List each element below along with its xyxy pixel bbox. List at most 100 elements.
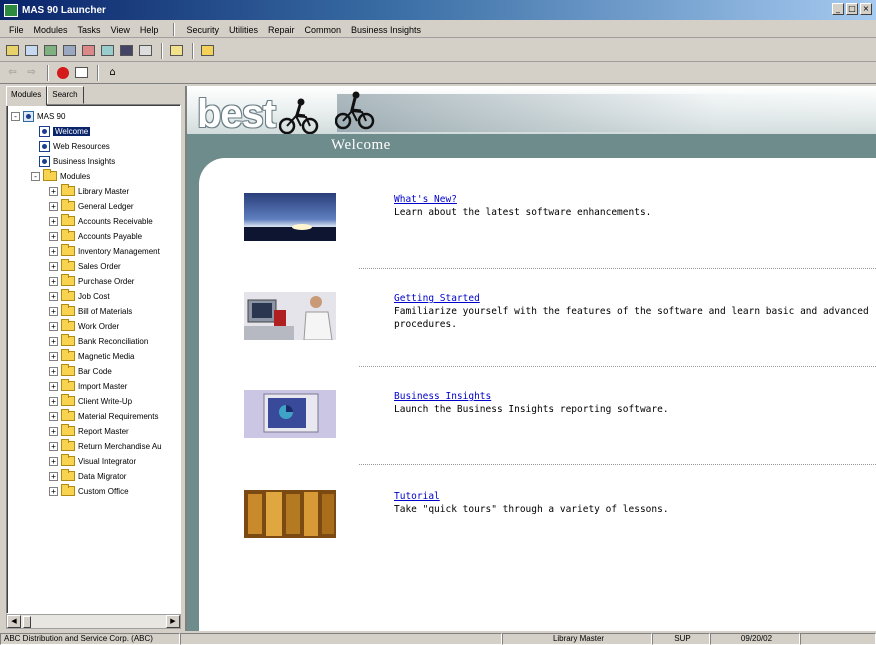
close-button[interactable]: ×	[860, 3, 872, 15]
tree-module-item[interactable]: + Library Master	[49, 184, 129, 198]
tree-root[interactable]: - MAS 90	[11, 109, 65, 123]
collapse-icon[interactable]: -	[11, 111, 20, 121]
role-icon[interactable]	[42, 43, 59, 59]
expand-icon[interactable]: +	[49, 471, 58, 481]
folder-icon	[61, 184, 75, 196]
stop-icon[interactable]	[54, 65, 71, 81]
print-icon[interactable]	[61, 43, 78, 59]
menu-tasks[interactable]: Tasks	[73, 25, 106, 35]
menu-security[interactable]: Security	[181, 25, 224, 35]
minimize-button[interactable]: _	[832, 3, 844, 15]
title-bar: MAS 90 Launcher _ □ ×	[0, 0, 876, 20]
tab-search[interactable]: Search	[47, 86, 84, 104]
expand-icon[interactable]: +	[49, 411, 58, 421]
forward-arrow-icon[interactable]: ⇨	[23, 65, 40, 81]
expand-icon[interactable]: +	[49, 441, 58, 451]
expand-icon[interactable]: +	[49, 351, 58, 361]
user-icon[interactable]	[23, 43, 40, 59]
tree-module-item[interactable]: + Client Write-Up	[49, 394, 132, 408]
status-user: SUP	[652, 633, 710, 645]
expand-icon[interactable]: +	[49, 426, 58, 436]
tree-module-item[interactable]: + Job Cost	[49, 289, 110, 303]
welcome-heading-bar: Welcome	[187, 134, 876, 158]
expand-icon[interactable]: +	[49, 381, 58, 391]
tree-module-item[interactable]: + Work Order	[49, 319, 119, 333]
expand-icon[interactable]: +	[49, 201, 58, 211]
tree-item-web-resources[interactable]: Web Resources	[39, 139, 110, 153]
menu-file[interactable]: File	[4, 25, 29, 35]
menu-business-insights[interactable]: Business Insights	[346, 25, 426, 35]
expand-icon[interactable]: +	[49, 276, 58, 286]
business-insights-description: Launch the Business Insights reporting s…	[394, 404, 669, 415]
menu-repair[interactable]: Repair	[263, 25, 300, 35]
toolbar-separator	[47, 64, 49, 81]
expand-icon[interactable]: +	[49, 396, 58, 406]
expand-icon[interactable]: +	[49, 216, 58, 226]
tree-module-item[interactable]: + Sales Order	[49, 259, 121, 273]
tree-module-item[interactable]: + Inventory Management	[49, 244, 160, 258]
folder-icon	[61, 229, 75, 241]
scroll-right-icon[interactable]: ▶	[166, 615, 180, 628]
menu-help[interactable]: Help	[135, 25, 164, 35]
tree-module-item[interactable]: + Bar Code	[49, 364, 112, 378]
tree-module-item[interactable]: + Material Requirements	[49, 409, 158, 423]
tree-module-item[interactable]: + Purchase Order	[49, 274, 134, 288]
tree-module-item[interactable]: + Import Master	[49, 379, 127, 393]
business-insights-link[interactable]: Business Insights	[394, 390, 876, 403]
home-icon[interactable]: ⌂	[104, 65, 121, 81]
scroll-left-icon[interactable]: ◀	[7, 615, 21, 628]
tree-module-item[interactable]: + Magnetic Media	[49, 349, 134, 363]
tab-modules[interactable]: Modules	[6, 86, 48, 106]
expand-icon[interactable]: +	[49, 306, 58, 316]
tree-module-item[interactable]: + Visual Integrator	[49, 454, 136, 468]
menu-utilities[interactable]: Utilities	[224, 25, 263, 35]
scroll-thumb[interactable]	[23, 616, 31, 628]
collapse-icon[interactable]: -	[31, 171, 40, 181]
horizontal-scrollbar[interactable]: ◀ ▶	[6, 614, 181, 629]
task-icon[interactable]	[168, 43, 185, 59]
company-icon[interactable]	[4, 43, 21, 59]
maximize-button[interactable]: □	[846, 3, 858, 15]
tree-module-item[interactable]: + Report Master	[49, 424, 129, 438]
expand-icon[interactable]: +	[49, 336, 58, 346]
workflow-icon[interactable]	[199, 43, 216, 59]
back-arrow-icon[interactable]: ⇦	[4, 65, 21, 81]
tutorial-link[interactable]: Tutorial	[394, 490, 876, 503]
expand-icon[interactable]: +	[49, 321, 58, 331]
expand-icon[interactable]: +	[49, 291, 58, 301]
folder-icon	[61, 379, 75, 391]
getting-started-link[interactable]: Getting Started	[394, 292, 876, 305]
tree-item-business-insights[interactable]: Business Insights	[39, 154, 115, 168]
whats-new-link[interactable]: What's New?	[394, 193, 876, 206]
tree-module-item[interactable]: + Accounts Receivable	[49, 214, 153, 228]
scissors-icon[interactable]	[80, 43, 97, 59]
refresh-icon[interactable]	[73, 65, 90, 81]
tree-item-welcome[interactable]: Welcome	[39, 124, 91, 138]
tree-module-label: Custom Office	[78, 486, 129, 496]
tree-module-item[interactable]: + Bill of Materials	[49, 304, 132, 318]
expand-icon[interactable]: +	[49, 261, 58, 271]
network-icon[interactable]	[99, 43, 116, 59]
tree-module-label: Job Cost	[78, 291, 110, 301]
expand-icon[interactable]: +	[49, 231, 58, 241]
navigation-toolbar: ⇦ ⇨ ⌂	[0, 62, 876, 84]
tree-module-label: Client Write-Up	[78, 396, 133, 406]
menu-common[interactable]: Common	[299, 25, 346, 35]
expand-icon[interactable]: +	[49, 486, 58, 496]
expand-icon[interactable]: +	[49, 246, 58, 256]
expand-icon[interactable]: +	[49, 456, 58, 466]
grid-icon[interactable]	[118, 43, 135, 59]
tree-module-item[interactable]: + Accounts Payable	[49, 229, 142, 243]
tree-module-item[interactable]: + Data Migrator	[49, 469, 126, 483]
tree-module-item[interactable]: + General Ledger	[49, 199, 134, 213]
window-icon[interactable]	[137, 43, 154, 59]
menu-view[interactable]: View	[106, 25, 135, 35]
expand-icon[interactable]: +	[49, 186, 58, 196]
menu-modules[interactable]: Modules	[29, 25, 73, 35]
tree-item-modules[interactable]: - Modules	[31, 169, 90, 183]
tutorial-description: Take "quick tours" through a variety of …	[394, 504, 669, 515]
tree-module-item[interactable]: + Return Merchandise Au	[49, 439, 162, 453]
tree-module-item[interactable]: + Custom Office	[49, 484, 129, 498]
tree-module-item[interactable]: + Bank Reconciliation	[49, 334, 148, 348]
expand-icon[interactable]: +	[49, 366, 58, 376]
